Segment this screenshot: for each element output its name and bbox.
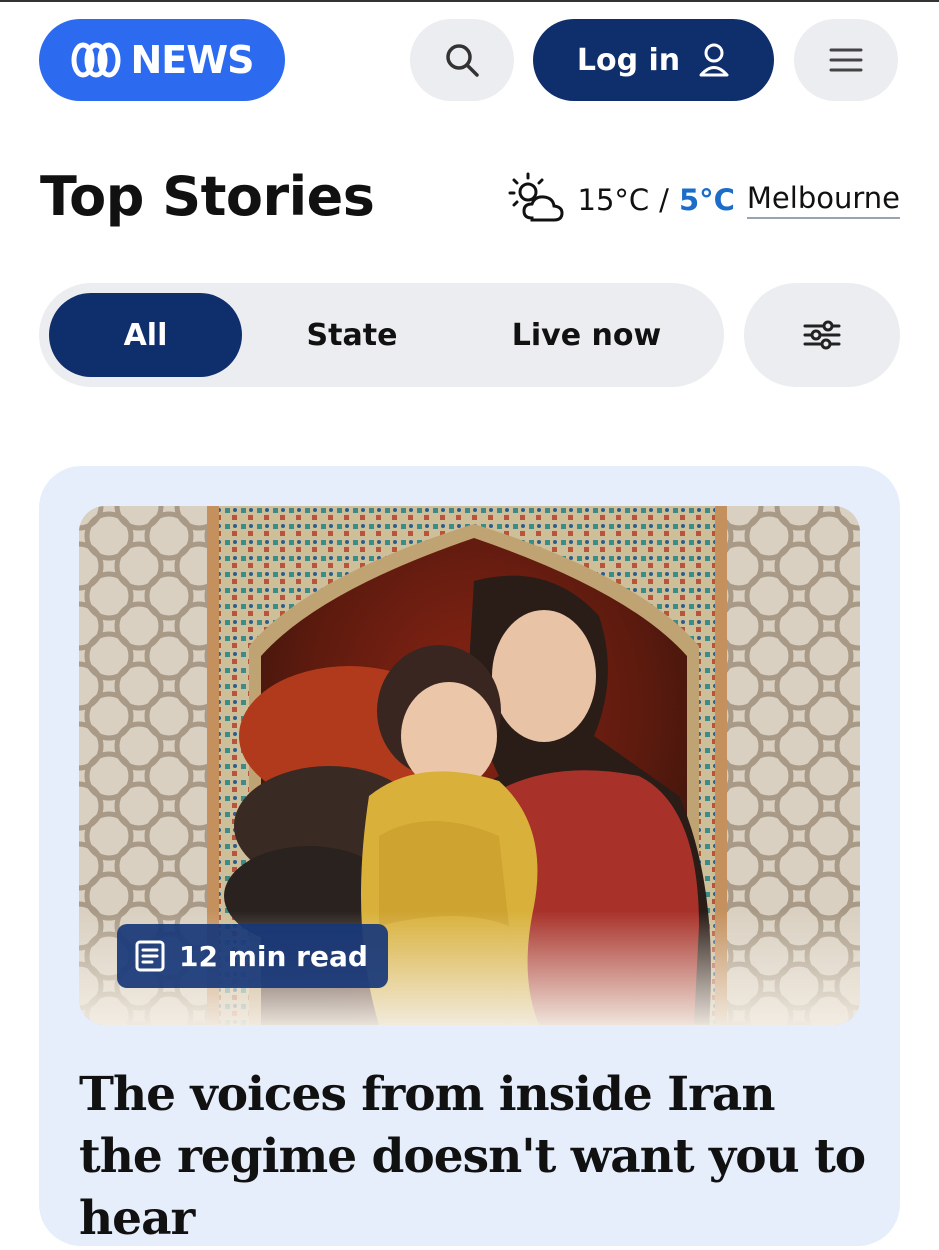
- temp-min: 5°C: [678, 183, 735, 217]
- tab-state[interactable]: State: [252, 293, 452, 377]
- weather-widget[interactable]: 15°C / 5°C Melbourne: [506, 172, 900, 228]
- temp-max: 15°C: [577, 183, 650, 217]
- login-label: Log in: [576, 42, 681, 78]
- temp-separator: /: [659, 183, 669, 217]
- abc-logo-icon: [71, 42, 121, 78]
- menu-button[interactable]: [794, 19, 898, 101]
- search-icon: [446, 44, 479, 77]
- status-divider: [0, 0, 939, 2]
- read-time-label: 12 min read: [179, 939, 368, 973]
- partly-cloudy-sunny-icon: [508, 172, 564, 222]
- sliders-icon: [803, 320, 841, 350]
- read-time-badge: 12 min read: [117, 924, 388, 988]
- weather-location-link[interactable]: Melbourne: [746, 181, 900, 219]
- story-filter-tabs: All State Live now: [39, 283, 724, 387]
- story-headline[interactable]: The voices from inside Iran the regime d…: [79, 1064, 869, 1250]
- hamburger-menu-icon: [829, 48, 863, 72]
- filter-settings-button[interactable]: [744, 283, 900, 387]
- search-button[interactable]: [410, 19, 514, 101]
- user-icon: [699, 43, 729, 77]
- logo-text: NEWS: [130, 38, 254, 82]
- abc-news-logo[interactable]: NEWS: [39, 19, 285, 101]
- tab-all[interactable]: All: [49, 293, 242, 377]
- tab-live-now[interactable]: Live now: [469, 293, 704, 377]
- article-document-icon: [135, 940, 165, 972]
- login-button[interactable]: Log in: [533, 19, 774, 101]
- story-card[interactable]: 12 min read The voices from inside Iran …: [39, 466, 900, 1246]
- page-title: Top Stories: [40, 165, 375, 228]
